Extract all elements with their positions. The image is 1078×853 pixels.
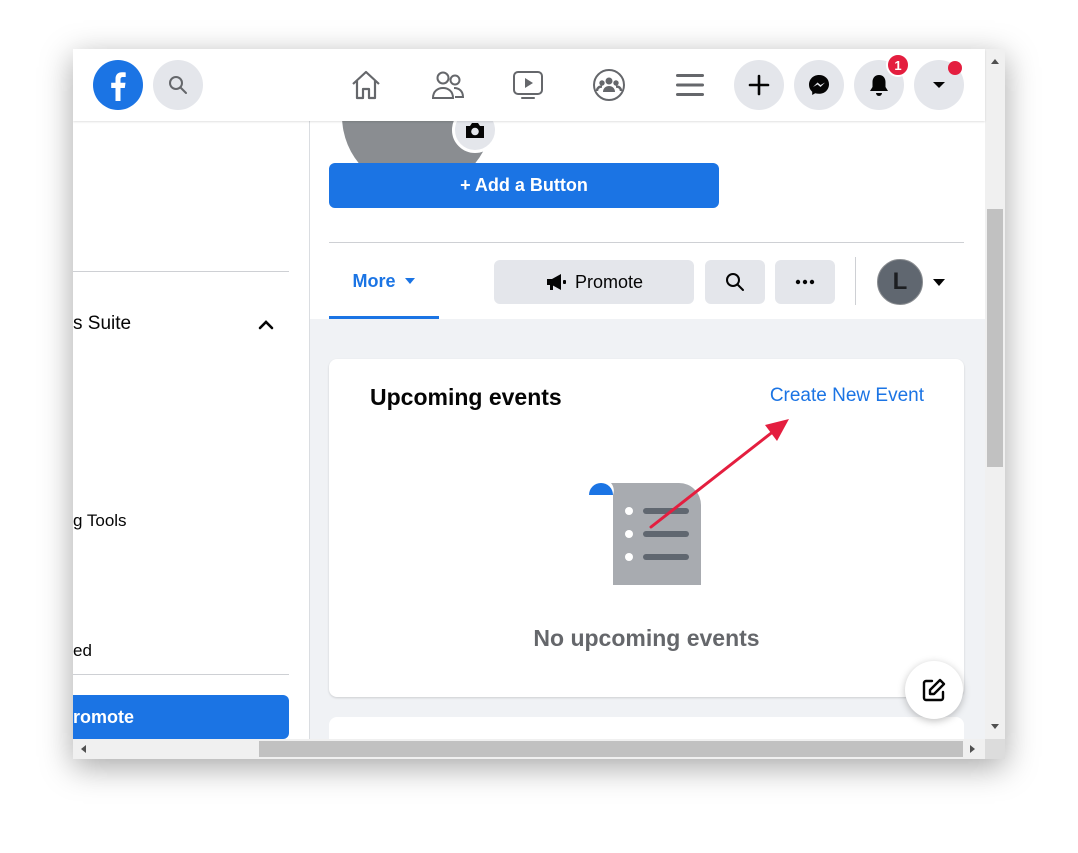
home-nav-button[interactable] xyxy=(348,67,384,103)
groups-nav-button[interactable] xyxy=(591,67,627,103)
browser-window: 1 s Suite g Tools ed romote + Add a Butt… xyxy=(73,49,1005,759)
sidebar-item-business-suite[interactable]: s Suite xyxy=(73,313,131,335)
messenger-icon xyxy=(809,75,829,95)
vertical-scrollbar[interactable] xyxy=(985,49,1005,739)
friends-icon xyxy=(431,71,465,99)
promote-button[interactable]: Promote xyxy=(494,260,694,304)
horizontal-scrollbar[interactable] xyxy=(73,739,985,759)
notifications-count-badge: 1 xyxy=(886,53,910,77)
page-header: + Add a Button More Promote L xyxy=(310,49,985,319)
scroll-up-arrow-icon[interactable] xyxy=(990,57,1000,65)
ellipsis-icon xyxy=(795,279,815,285)
search-icon xyxy=(169,76,187,94)
main-content: + Add a Button More Promote L Upcoming e… xyxy=(310,49,985,759)
active-tab-indicator xyxy=(329,316,439,319)
camera-icon xyxy=(466,123,484,138)
tab-more-label: More xyxy=(352,270,396,291)
friends-nav-button[interactable] xyxy=(430,67,466,103)
sidebar-divider-bottom xyxy=(73,674,289,675)
hamburger-menu-icon xyxy=(676,74,704,96)
top-navigation-bar: 1 xyxy=(73,49,985,121)
annotation-arrow xyxy=(649,419,789,529)
avatar-dropdown-button[interactable] xyxy=(932,275,946,293)
bell-icon xyxy=(870,75,888,96)
messenger-button[interactable] xyxy=(794,60,844,110)
header-vertical-divider xyxy=(855,257,856,305)
megaphone-icon xyxy=(546,274,566,290)
create-new-event-link[interactable]: Create New Event xyxy=(770,385,924,407)
scroll-left-arrow-icon[interactable] xyxy=(79,744,87,754)
sidebar-promote-button[interactable]: romote xyxy=(73,695,289,739)
tab-more[interactable]: More xyxy=(329,243,439,319)
home-icon xyxy=(352,70,380,100)
sidebar-divider-top xyxy=(73,271,289,272)
left-sidebar: s Suite g Tools ed romote xyxy=(73,121,309,739)
sidebar-item-tools[interactable]: g Tools xyxy=(73,511,127,531)
add-a-button[interactable]: + Add a Button xyxy=(329,163,719,208)
search-icon xyxy=(726,273,744,291)
compose-post-button[interactable] xyxy=(905,661,963,719)
chevron-up-icon[interactable] xyxy=(258,317,274,335)
avatar-initial: L xyxy=(892,268,908,295)
empty-state-text: No upcoming events xyxy=(533,625,760,651)
scroll-down-arrow-icon[interactable] xyxy=(990,723,1000,731)
upcoming-events-card: Upcoming events Create New Event No upco… xyxy=(329,359,964,697)
card-title: Upcoming events xyxy=(370,384,562,410)
vertical-scroll-thumb[interactable] xyxy=(987,209,1003,467)
scrollbar-corner xyxy=(985,739,1005,759)
watch-nav-button[interactable] xyxy=(510,67,546,103)
plus-icon xyxy=(748,74,770,96)
caret-down-icon xyxy=(933,82,945,88)
video-icon xyxy=(513,71,543,99)
edit-icon xyxy=(922,678,946,702)
create-button[interactable] xyxy=(734,60,784,110)
sidebar-promote-label: romote xyxy=(73,707,135,727)
promote-button-label: Promote xyxy=(574,271,644,292)
page-avatar[interactable]: L xyxy=(877,259,923,305)
search-button[interactable] xyxy=(153,60,203,110)
groups-icon xyxy=(593,69,625,101)
search-page-button[interactable] xyxy=(705,260,765,304)
sidebar-item-partial[interactable]: ed xyxy=(73,641,92,661)
menu-nav-button[interactable] xyxy=(672,67,708,103)
more-options-button[interactable] xyxy=(775,260,835,304)
caret-down-icon xyxy=(404,278,415,284)
horizontal-scroll-thumb[interactable] xyxy=(259,741,963,757)
caret-down-icon xyxy=(933,279,945,286)
account-alert-dot xyxy=(948,61,962,75)
scroll-right-arrow-icon[interactable] xyxy=(969,744,977,754)
facebook-logo-icon[interactable] xyxy=(93,60,143,110)
